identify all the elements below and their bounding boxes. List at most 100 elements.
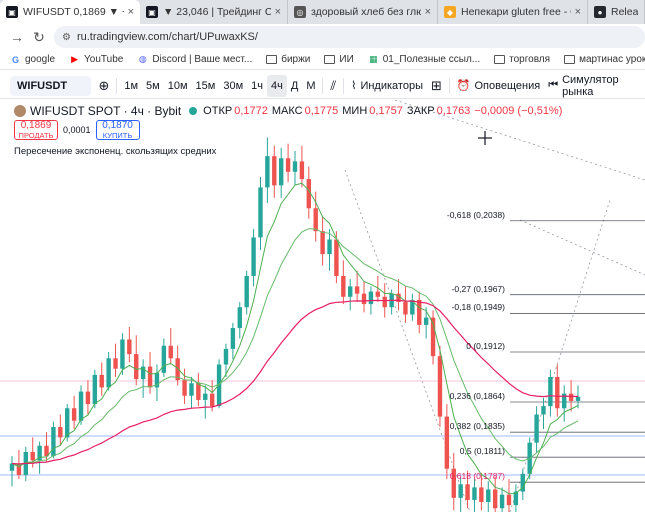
- close-tab-icon[interactable]: ×: [128, 6, 134, 18]
- sell-price: 0,1869: [20, 119, 52, 131]
- replay-label: Симулятор рынка: [562, 73, 619, 98]
- bookmarks-bar: Ggoogle ▶ YouTube ◍ Discord | Ваше мест... би…: [0, 50, 645, 70]
- candle-body: [492, 489, 498, 509]
- bookmark-label: ИИ: [339, 54, 354, 65]
- symbol-label: WIFUSDT: [17, 79, 68, 92]
- tab-title: WIFUSDT 0,1869 ▼ −1.32% Без: [23, 6, 124, 18]
- candle-body: [417, 299, 422, 325]
- candle-body: [168, 345, 173, 359]
- alerts-label: Оповещения: [474, 79, 541, 92]
- bookmark-item[interactable]: ▦ 01_Полезные ссыл...: [368, 54, 480, 65]
- candle-body: [30, 452, 35, 461]
- interval-button[interactable]: 4ч: [267, 74, 287, 97]
- interval-button[interactable]: 5м: [142, 75, 164, 97]
- indicators-icon: ⌇: [351, 80, 357, 92]
- chart-pane[interactable]: WIFUSDT SPOT · 4ч · Bybit ОТКР 0,1772 МА…: [0, 100, 645, 512]
- bookmark-item[interactable]: биржи: [266, 54, 310, 65]
- browser-tab[interactable]: ▣ WIFUSDT 0,1869 ▼ −1.32% Без ×: [0, 0, 140, 24]
- reload-icon[interactable]: ↻: [28, 26, 50, 48]
- bookmark-item[interactable]: ◍ Discord | Ваше мест...: [137, 54, 252, 65]
- chart-type-icon[interactable]: ⫽: [326, 75, 340, 97]
- folder-icon: [324, 54, 336, 65]
- folder-icon: [266, 54, 278, 65]
- interval-button[interactable]: Д: [287, 75, 302, 97]
- browser-tab[interactable]: ◆ Непекари gluten free - Онлайн ×: [438, 0, 588, 24]
- browser-tab[interactable]: ◎ здоровый хлеб без глютена ×: [288, 0, 438, 24]
- url-input[interactable]: ⚙ ru.tradingview.com/chart/UPuwaxKS/: [54, 26, 645, 48]
- url-text: ru.tradingview.com/chart/UPuwaxKS/: [76, 31, 258, 43]
- buy-button[interactable]: 0,1870 КУПИТЬ: [95, 119, 140, 140]
- bookmark-label: YouTube: [84, 54, 124, 65]
- legend-low-value: 0,1757: [369, 105, 403, 117]
- legend-open-label: ОТКР: [203, 105, 233, 117]
- candle-body: [85, 391, 91, 405]
- candle-body: [244, 275, 249, 308]
- candle-body: [223, 348, 229, 365]
- alerts-button[interactable]: ⏰ Оповещения: [453, 75, 544, 97]
- indicators-button[interactable]: ⌇ Индикаторы: [347, 75, 427, 97]
- candle-body: [313, 208, 318, 232]
- toolbar-divider: [322, 77, 324, 94]
- candle-body: [575, 396, 581, 401]
- legend-open-value: 0,1772: [234, 105, 268, 117]
- candle-body: [437, 356, 443, 417]
- browser-tab[interactable]: ▣ ▼ 23,046 | Трейдинг COMPUS ×: [140, 0, 288, 24]
- candle-body: [334, 239, 339, 276]
- close-tab-icon[interactable]: ×: [275, 6, 281, 18]
- interval-button[interactable]: 15м: [192, 75, 220, 97]
- candle-body: [361, 293, 367, 305]
- symbol-search-button[interactable]: WIFUSDT: [10, 75, 91, 96]
- site-info-icon[interactable]: ⚙: [62, 32, 71, 43]
- tradingview-icon: ▣: [146, 6, 158, 18]
- interval-button[interactable]: 1м: [120, 75, 142, 97]
- compare-symbol-icon[interactable]: ⊕: [95, 75, 114, 97]
- interval-group: 1м 5м 10м 15м 30м 1ч 4ч Д М: [120, 74, 319, 97]
- close-tab-icon[interactable]: ×: [425, 6, 431, 18]
- spread-value: 0,0001: [63, 125, 91, 135]
- indicator-legend[interactable]: Пересечение экспоненц. скользящих средни…: [14, 146, 216, 157]
- bookmark-item[interactable]: мартинас уроки: [564, 54, 645, 65]
- interval-button[interactable]: 30м: [219, 75, 247, 97]
- candle-body: [299, 161, 305, 180]
- trend-line: [519, 219, 645, 276]
- alarm-clock-icon: ⏰: [456, 80, 471, 92]
- candle-body: [230, 328, 236, 349]
- legend-high-label: МАКС: [271, 105, 303, 117]
- candle-body: [568, 393, 574, 401]
- sell-label: ПРОДАТЬ: [18, 130, 54, 140]
- candle-body: [120, 339, 125, 369]
- candle-body: [458, 484, 463, 498]
- buy-price: 0,1870: [102, 119, 133, 131]
- templates-icon[interactable]: ⊞: [427, 75, 446, 97]
- bookmark-item[interactable]: ИИ: [324, 54, 354, 65]
- interval-button[interactable]: М: [302, 75, 319, 97]
- close-tab-icon[interactable]: ×: [575, 6, 581, 18]
- candle-body: [237, 307, 242, 329]
- candle-body: [272, 156, 277, 186]
- globe-icon: ◍: [138, 54, 147, 64]
- address-bar: → ↻ ⚙ ru.tradingview.com/chart/UPuwaxKS/: [0, 24, 645, 50]
- candle-body: [265, 156, 270, 188]
- bookmark-label: Discord | Ваше мест...: [152, 54, 253, 65]
- interval-button[interactable]: 10м: [164, 75, 192, 97]
- interval-button[interactable]: 1ч: [247, 75, 267, 97]
- candle-body: [486, 489, 491, 502]
- candle-body: [292, 161, 298, 172]
- candle-body: [161, 345, 167, 373]
- chart-canvas[interactable]: [0, 100, 645, 512]
- tab-title: ▼ 23,046 | Трейдинг COMPUS: [163, 6, 271, 18]
- replay-button[interactable]: ⏮ Симулятор рынка: [544, 73, 645, 98]
- bookmark-label: торговля: [509, 54, 551, 65]
- sell-button[interactable]: 0,1869 ПРОДАТЬ: [14, 120, 58, 140]
- candle-body: [278, 158, 284, 186]
- legend-close-label: ЗАКР: [406, 105, 435, 117]
- bookmark-item[interactable]: Ggoogle: [10, 54, 55, 65]
- bookmark-item[interactable]: ▶ YouTube: [69, 54, 123, 65]
- candle-body: [92, 374, 98, 405]
- chart-toolbar: WIFUSDT ⊕ 1м 5м 10м 15м 30м 1ч 4ч Д М ⫽ ⌇ Индика…: [0, 73, 645, 99]
- bookmark-item[interactable]: торговля: [494, 54, 550, 65]
- indicators-label: Индикаторы: [360, 79, 423, 92]
- browser-tab[interactable]: ● Release 1.9.: [588, 0, 645, 24]
- forward-icon[interactable]: →: [6, 26, 28, 48]
- candle-body: [106, 358, 111, 388]
